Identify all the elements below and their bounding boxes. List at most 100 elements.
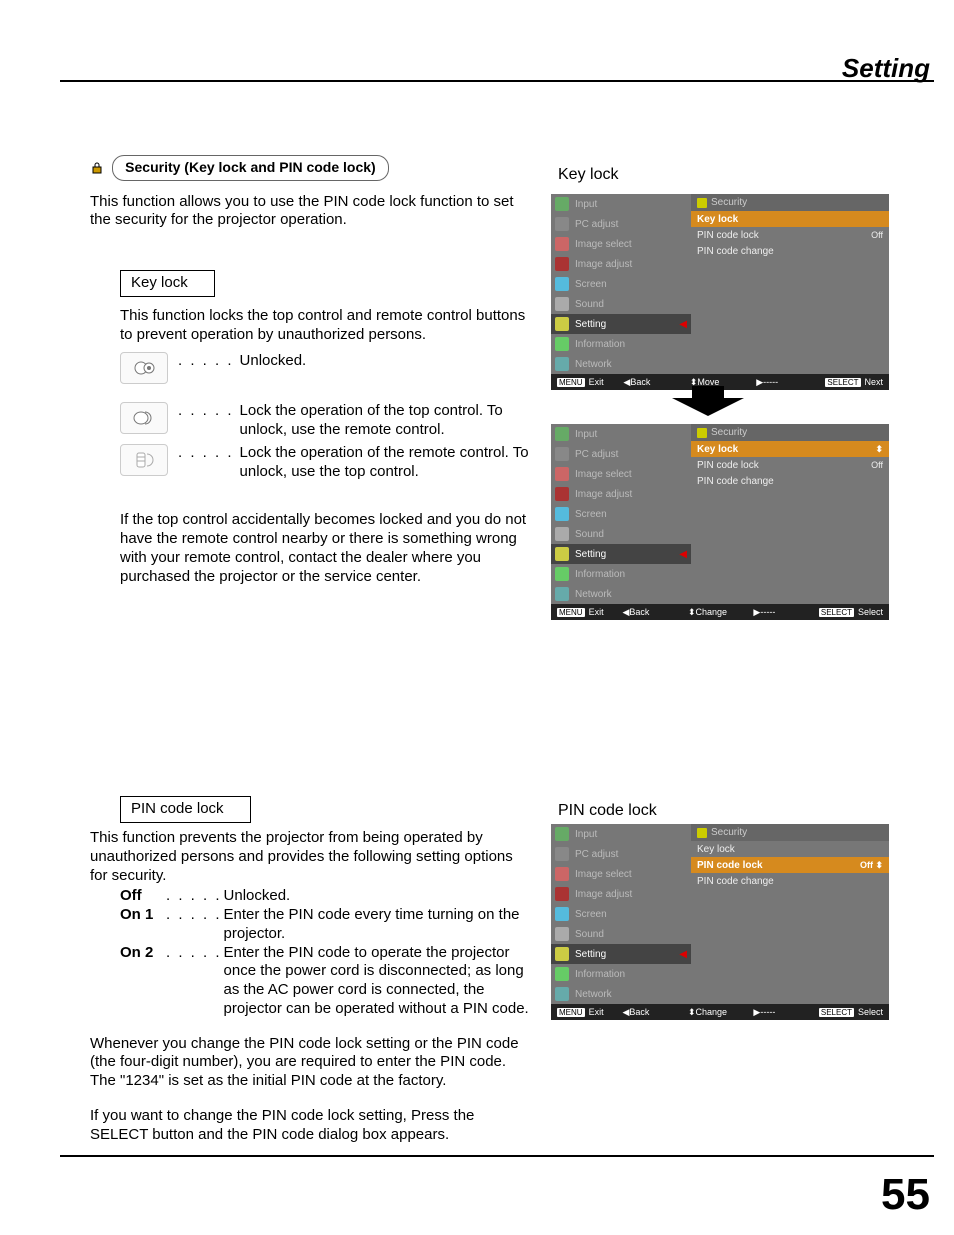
sidebar-item-selected: Setting	[575, 949, 606, 960]
status-exit: Exit	[589, 377, 604, 387]
osd-row-keylock: Key lock	[691, 841, 889, 857]
sidebar-item-selected: Setting	[575, 549, 606, 560]
dots: . . . . .	[166, 887, 222, 906]
osd-keylock-move: Input PC adjust Image select Image adjus…	[551, 194, 889, 390]
status-back: Back	[630, 377, 650, 387]
sidebar-item: Screen	[575, 909, 607, 920]
keylock-top-icon	[120, 402, 168, 434]
keylock-unlocked-icon	[120, 352, 168, 384]
sidebar-item: Sound	[575, 299, 604, 310]
sidebar-item: Image adjust	[575, 259, 632, 270]
dots: . . . . .	[178, 352, 234, 371]
keylock-option-unlocked: . . . . . Unlocked.	[120, 352, 530, 384]
pinlock-options: Off . . . . . Unlocked. On 1 . . . . . E…	[120, 887, 530, 1018]
keylock-unlocked-text: Unlocked.	[240, 352, 530, 371]
sidebar-item: Information	[575, 569, 625, 580]
dots: . . . . .	[178, 402, 234, 421]
status-back: Back	[629, 607, 649, 617]
sidebar-item: Network	[575, 589, 612, 600]
chevron-left-icon: ◀	[679, 549, 687, 560]
option-key: Off	[120, 887, 166, 906]
osd-panel: Security Key lock PIN code lockOff ⬍ PIN…	[691, 824, 889, 1004]
footer-rule	[60, 1155, 934, 1157]
sidebar-item: Network	[575, 989, 612, 1000]
pinlock-option-on2: On 2 . . . . . Enter the PIN code to ope…	[120, 944, 530, 1019]
osd-keylock-change: Input PC adjust Image select Image adjus…	[551, 424, 889, 620]
status-change: Change	[695, 1007, 727, 1017]
sidebar-item: PC adjust	[575, 449, 618, 460]
dots: . . . . .	[166, 906, 222, 944]
sidebar-item: Input	[575, 429, 597, 440]
keylock-remote-text: Lock the operation of the remote control…	[240, 444, 530, 482]
osd-sidebar: Input PC adjust Image select Image adjus…	[551, 194, 691, 374]
select-tag: SELECT	[825, 378, 860, 387]
menu-tag: MENU	[557, 1008, 585, 1017]
sidebar-item: Screen	[575, 509, 607, 520]
status-select: Select	[858, 1007, 883, 1017]
status-change: Change	[695, 607, 727, 617]
osd-sidebar: Input PC adjust Image select Image adjus…	[551, 424, 691, 604]
sidebar-item: Input	[575, 199, 597, 210]
keylock-option-remote: . . . . . Lock the operation of the remo…	[120, 444, 530, 482]
chevron-left-icon: ◀	[679, 949, 687, 960]
keylock-top-text: Lock the operation of the top control. T…	[240, 402, 530, 440]
osd-row-pinlock: PIN code lockOff	[691, 457, 889, 473]
osd-row-pinchange: PIN code change	[691, 243, 889, 259]
sidebar-item: Image select	[575, 869, 632, 880]
pinlock-note1: Whenever you change the PIN code lock se…	[90, 1035, 530, 1091]
lock-icon	[90, 161, 104, 175]
osd-panel-title: Security	[691, 424, 889, 441]
osd-row-keylock-highlighted: Key lock ⬍	[691, 441, 889, 457]
sidebar-item: Image adjust	[575, 489, 632, 500]
sidebar-item: PC adjust	[575, 219, 618, 230]
lock-icon	[697, 428, 707, 438]
option-key: On 2	[120, 944, 166, 1019]
lock-icon	[697, 198, 707, 208]
osd-row-pinlock: PIN code lockOff	[691, 227, 889, 243]
keylock-warning: If the top control accidentally becomes …	[120, 511, 530, 586]
sidebar-item: PC adjust	[575, 849, 618, 860]
osd-panel: Security Key lock ⬍ PIN code lockOff PIN…	[691, 424, 889, 604]
menu-tag: MENU	[557, 378, 585, 387]
sidebar-item: Sound	[575, 929, 604, 940]
keylock-remote-icon	[120, 444, 168, 476]
status-dashes: -----	[760, 607, 775, 617]
osd-status-bar: MENUExit ◀Back ⬍ Change ▶----- SELECTSel…	[551, 1004, 889, 1020]
osd-status-bar: MENUExit ◀Back ⬍ Change ▶----- SELECTSel…	[551, 604, 889, 620]
lock-icon	[697, 828, 707, 838]
sidebar-item: Screen	[575, 279, 607, 290]
figure-label-pinlock: PIN code lock	[558, 802, 657, 820]
figure-label-keylock: Key lock	[558, 166, 618, 184]
status-select: Select	[858, 607, 883, 617]
keylock-option-top: . . . . . Lock the operation of the top …	[120, 402, 530, 440]
security-intro: This function allows you to use the PIN …	[90, 193, 530, 231]
sidebar-item: Information	[575, 969, 625, 980]
arrow-down-icon	[672, 398, 744, 416]
chevron-left-icon: ◀	[679, 319, 687, 330]
sidebar-item: Input	[575, 829, 597, 840]
osd-row-keylock-highlighted: Key lock	[691, 211, 889, 227]
status-exit: Exit	[589, 1007, 604, 1017]
status-back: Back	[629, 1007, 649, 1017]
header-rule	[60, 80, 934, 82]
option-value: Enter the PIN code to operate the projec…	[224, 944, 530, 1019]
option-key: On 1	[120, 906, 166, 944]
security-section-title: Security (Key lock and PIN code lock)	[112, 155, 389, 181]
sidebar-item: Image select	[575, 469, 632, 480]
sidebar-item: Information	[575, 339, 625, 350]
pinlock-option-on1: On 1 . . . . . Enter the PIN code every …	[120, 906, 530, 944]
status-exit: Exit	[589, 607, 604, 617]
select-tag: SELECT	[819, 1008, 854, 1017]
status-dashes: -----	[760, 1007, 775, 1017]
sidebar-item: Sound	[575, 529, 604, 540]
osd-pinlock: Input PC adjust Image select Image adjus…	[551, 824, 889, 1020]
pinlock-note2: If you want to change the PIN code lock …	[90, 1107, 530, 1145]
sidebar-item: Network	[575, 359, 612, 370]
pinlock-subheading: PIN code lock	[120, 796, 251, 823]
osd-sidebar: Input PC adjust Image select Image adjus…	[551, 824, 691, 1004]
option-value: Enter the PIN code every time turning on…	[224, 906, 530, 944]
sidebar-item: Image adjust	[575, 889, 632, 900]
dots: . . . . .	[178, 444, 234, 463]
left-column: Security (Key lock and PIN code lock) Th…	[90, 155, 530, 1144]
status-dashes: -----	[763, 377, 778, 387]
